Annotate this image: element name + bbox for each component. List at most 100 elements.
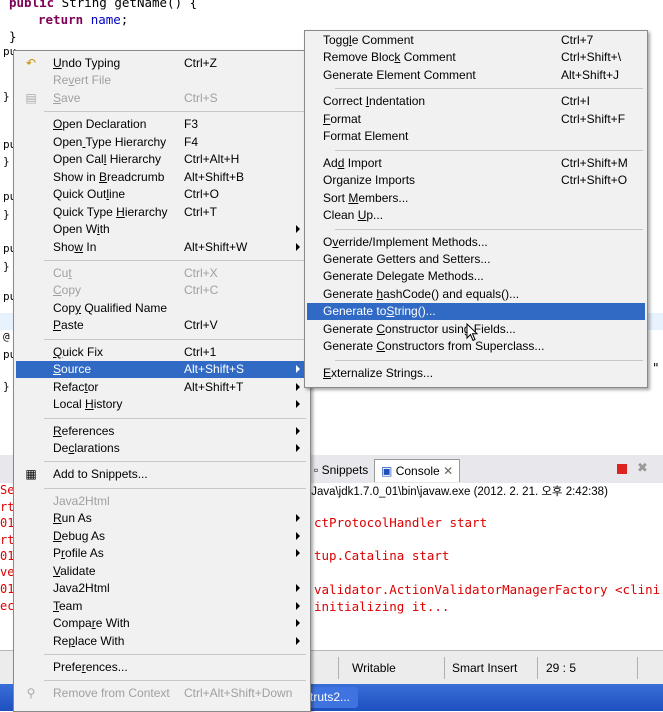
menu-item-label: Copy	[53, 283, 82, 298]
menu-separator	[335, 88, 643, 90]
menu-item-add-import[interactable]: Add Import Ctrl+Shift+M	[307, 155, 645, 172]
console-line: tup.Catalina start	[314, 548, 450, 563]
menu-item-show-in[interactable]: Show In Alt+Shift+W	[16, 239, 308, 256]
menu-item-label: Show In	[53, 239, 97, 254]
menu-separator	[44, 680, 306, 682]
status-insert-mode: Smart Insert	[452, 661, 518, 675]
menu-item-sort-members[interactable]: Sort Members...	[307, 190, 645, 207]
snippet-icon: ▦	[25, 467, 37, 482]
menu-item-preferences[interactable]: Preferences...	[16, 659, 308, 676]
menu-item-paste[interactable]: Paste Ctrl+V	[16, 317, 308, 334]
menu-item-source[interactable]: Source Alt+Shift+S	[16, 361, 308, 379]
menu-item-replace-with[interactable]: Replace With	[16, 633, 308, 650]
menu-item-label: Paste	[53, 318, 84, 333]
menu-item-run-as[interactable]: Run As	[16, 510, 308, 527]
code-fragment-quote: "	[652, 360, 660, 375]
menu-item-label: Local History	[53, 397, 123, 412]
menu-item-label: Override/Implement Methods...	[323, 234, 488, 249]
menu-item-shortcut: Alt+Shift+B	[184, 169, 245, 184]
menu-item-generate-delegate-methods[interactable]: Generate Delegate Methods...	[307, 268, 645, 285]
menu-item-format-element[interactable]: Format Element	[307, 128, 645, 145]
menu-item-open-type-hierarchy[interactable]: Open Type Hierarchy F4	[16, 134, 308, 151]
menu-item-validate[interactable]: Validate	[16, 563, 308, 580]
menu-separator	[44, 111, 306, 113]
remove-launch-icon[interactable]: ✖	[637, 460, 648, 476]
menu-item-quick-outline[interactable]: Quick Outline Ctrl+O	[16, 186, 308, 203]
menu-item-shortcut: Ctrl+Shift+M	[561, 155, 628, 170]
menu-item-label: Open Call Hierarchy	[53, 152, 162, 167]
submenu-arrow-icon	[296, 514, 300, 523]
menu-item-undo-typing[interactable]: ↶ Undo Typing Ctrl+Z	[16, 55, 308, 72]
submenu-arrow-icon	[296, 400, 300, 409]
undo-icon: ↶	[25, 56, 37, 70]
menu-item-organize-imports[interactable]: Organize Imports Ctrl+Shift+O	[307, 172, 645, 189]
menu-item-generate-getters-and-setters[interactable]: Generate Getters and Setters...	[307, 251, 645, 268]
menu-item-save: ▤ Save Ctrl+S	[16, 90, 308, 107]
submenu-arrow-icon	[296, 382, 300, 391]
menu-item-refactor[interactable]: Refactor Alt+Shift+T	[16, 379, 308, 396]
gutter-fragment: }	[3, 260, 10, 273]
menu-item-label: References	[53, 423, 115, 438]
menu-item-label: Open Declaration	[53, 117, 147, 132]
menu-item-label: Save	[53, 90, 81, 105]
menu-item-generate-hashcode-and-equals[interactable]: Generate hashCode() and equals()...	[307, 286, 645, 303]
menu-item-label: Declarations	[53, 441, 120, 455]
menu-item-quick-fix[interactable]: Quick Fix Ctrl+1	[16, 344, 308, 361]
submenu-arrow-icon	[296, 549, 300, 558]
menu-item-shortcut: Ctrl+Z	[184, 56, 217, 70]
menu-item-shortcut: Ctrl+V	[184, 318, 218, 333]
submenu-arrow-icon	[296, 242, 300, 251]
menu-separator	[335, 149, 643, 151]
menu-item-compare-with[interactable]: Compare With	[16, 615, 308, 632]
menu-item-label: Preferences...	[53, 659, 128, 674]
menu-item-label: Format Element	[323, 129, 409, 144]
menu-item-add-to-snippets[interactable]: ▦ Add to Snippets...	[16, 466, 308, 483]
menu-item-toggle-comment[interactable]: Toggle Comment Ctrl+7	[307, 32, 645, 49]
terminate-icon[interactable]	[617, 464, 627, 474]
menu-item-label: Revert File	[53, 73, 112, 88]
menu-item-externalize-strings[interactable]: Externalize Strings...	[307, 365, 645, 382]
menu-item-profile-as[interactable]: Profile As	[16, 545, 308, 562]
menu-item-copy-qualified-name[interactable]: Copy Qualified Name	[16, 300, 308, 317]
console-line: ctProtocolHandler start	[314, 515, 488, 530]
menu-item-override-implement-methods[interactable]: Override/Implement Methods...	[307, 234, 645, 251]
tab-console[interactable]: ▣ Console ✕	[374, 459, 461, 482]
menu-item-shortcut: F4	[184, 134, 199, 149]
menu-item-open-with[interactable]: Open With	[16, 221, 308, 238]
menu-item-generate-tostring[interactable]: Generate toString()...	[307, 303, 645, 321]
menu-item-show-in-breadcrumb[interactable]: Show in Breadcrumb Alt+Shift+B	[16, 169, 308, 186]
menu-separator	[335, 359, 643, 361]
save-icon: ▤	[25, 90, 37, 105]
menu-item-team[interactable]: Team	[16, 598, 308, 615]
menu-item-local-history[interactable]: Local History	[16, 396, 308, 413]
menu-item-debug-as[interactable]: Debug As	[16, 528, 308, 545]
code-brace: }	[9, 29, 17, 44]
menu-item-shortcut: Ctrl+T	[184, 204, 217, 219]
gutter-fragment: }	[3, 90, 10, 103]
menu-item-shortcut: Alt+Shift+S	[184, 362, 245, 377]
menu-item-open-declaration[interactable]: Open Declaration F3	[16, 116, 308, 133]
tab-snippets[interactable]: ▫ Snippets	[308, 459, 374, 481]
menu-item-label: Debug As	[53, 528, 106, 543]
close-icon[interactable]: ✕	[443, 464, 453, 478]
menu-item-revert-file: Revert File	[16, 72, 308, 89]
menu-item-clean-up[interactable]: Clean Up...	[307, 207, 645, 224]
menu-item-generate-element-comment[interactable]: Generate Element Comment Alt+Shift+J	[307, 67, 645, 84]
menu-item-references[interactable]: References	[16, 423, 308, 440]
menu-item-label: Generate Delegate Methods...	[323, 269, 484, 284]
menu-item-remove-block-comment[interactable]: Remove Block Comment Ctrl+Shift+\	[307, 49, 645, 66]
menu-item-format[interactable]: Format Ctrl+Shift+F	[307, 111, 645, 128]
menu-item-correct-indentation[interactable]: Correct Indentation Ctrl+I	[307, 93, 645, 110]
menu-item-label: Cut	[53, 265, 72, 280]
gutter-fragment: @	[3, 330, 10, 343]
menu-item-java2html[interactable]: Java2Html	[16, 580, 308, 597]
context-icon: ⚲	[26, 686, 36, 701]
menu-item-declarations[interactable]: Declarations	[16, 440, 308, 457]
menu-item-label: Sort Members...	[323, 190, 409, 205]
menu-item-quick-type-hierarchy[interactable]: Quick Type Hierarchy Ctrl+T	[16, 204, 308, 221]
console-icon: ▣	[381, 464, 393, 478]
menu-item-shortcut: Ctrl+O	[184, 187, 220, 202]
menu-item-open-call-hierarchy[interactable]: Open Call Hierarchy Ctrl+Alt+H	[16, 151, 308, 168]
menu-item-label: Generate Element Comment	[323, 67, 476, 82]
menu-item-label: Externalize Strings...	[323, 365, 434, 380]
